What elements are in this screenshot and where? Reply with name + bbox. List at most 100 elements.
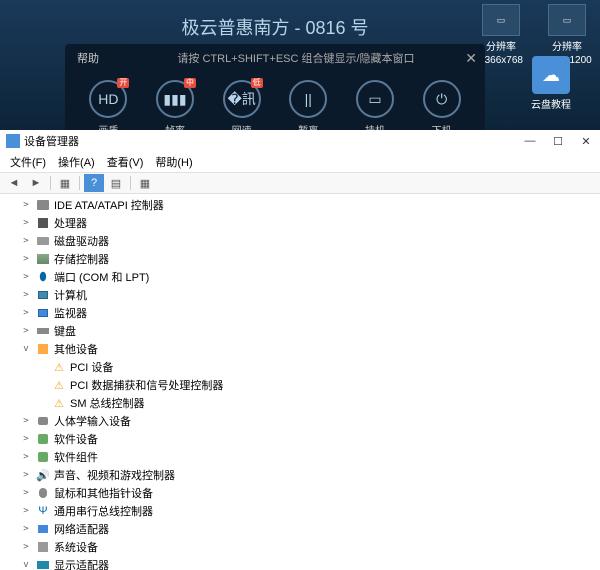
disk-controller[interactable]: > IDE ATA/ATAPI 控制器 (0, 196, 600, 214)
expand-icon[interactable]: > (20, 326, 32, 336)
device-tree[interactable]: >IDE ATA/ATAPI 控制器>处理器>磁盘驱动器>存储控制器>⬮端口 (… (0, 194, 600, 570)
badge: 低 (251, 78, 263, 88)
ic-disp-icon (35, 558, 51, 570)
tree-label: 键盘 (54, 323, 76, 339)
forward-button[interactable]: ► (26, 174, 46, 192)
pci-capture[interactable]: ⚠PCI 数据捕获和信号处理控制器 (0, 376, 600, 394)
system-devices[interactable]: >系统设备 (0, 538, 600, 556)
expand-icon[interactable]: v (20, 344, 32, 354)
expand-icon[interactable]: > (20, 416, 32, 426)
badge: 中 (184, 78, 196, 88)
overlay-icon: HD开 (89, 80, 127, 118)
sound-video-game[interactable]: >🔊声音、视频和游戏控制器 (0, 466, 600, 484)
desktop-icon-cloud[interactable]: ☁ 云盘教程 (522, 56, 580, 111)
sm-bus[interactable]: ⚠SM 总线控制器 (0, 394, 600, 412)
ic-mouse-icon (35, 486, 51, 500)
pci-device[interactable]: ⚠PCI 设备 (0, 358, 600, 376)
menu-action[interactable]: 操作(A) (52, 152, 101, 172)
display-adapter[interactable]: v 显示适配器 (0, 556, 600, 570)
ic-hid-icon (35, 414, 51, 428)
ic-cpu-icon (35, 216, 51, 230)
monitor-icon: ▭ (548, 4, 586, 36)
menu-file[interactable]: 文件(F) (4, 152, 52, 172)
back-button[interactable]: ◄ (4, 174, 24, 192)
processor[interactable]: > 处理器 (0, 214, 600, 232)
close-button[interactable]: ✕ (572, 131, 600, 151)
expand-icon[interactable]: > (20, 488, 32, 498)
minimize-button[interactable]: — (516, 131, 544, 151)
tree-label: 显示适配器 (54, 557, 109, 570)
expand-icon[interactable]: > (20, 452, 32, 462)
keyboard[interactable]: > 键盘 (0, 322, 600, 340)
storage-controller[interactable]: > 存储控制器 (0, 250, 600, 268)
overlay-暂离-button[interactable]: ||暂离 (289, 80, 327, 137)
tree-label: 处理器 (54, 215, 87, 231)
res-label: 分辨率 (486, 38, 516, 53)
expand-icon[interactable]: > (20, 542, 32, 552)
ports[interactable]: >⬮端口 (COM 和 LPT) (0, 268, 600, 286)
usb-controller[interactable]: >Ψ通用串行总线控制器 (0, 502, 600, 520)
expand-icon[interactable]: > (20, 200, 32, 210)
help-button[interactable]: ? (84, 174, 104, 192)
tree-label: 声音、视频和游戏控制器 (54, 467, 175, 483)
badge: 开 (117, 78, 129, 88)
show-hide-button[interactable]: ▦ (55, 174, 75, 192)
cloud-label: 云盘教程 (531, 96, 571, 111)
expand-icon[interactable]: > (20, 434, 32, 444)
expand-icon[interactable]: > (20, 272, 32, 282)
properties-button[interactable]: ▤ (106, 174, 126, 192)
menu-help[interactable]: 帮助(H) (149, 152, 198, 172)
expand-icon[interactable]: > (20, 236, 32, 246)
cloud-icon: ☁ (532, 56, 570, 94)
software-devices[interactable]: >软件设备 (0, 430, 600, 448)
software-components[interactable]: >软件组件 (0, 448, 600, 466)
network-adapter[interactable]: >网络适配器 (0, 520, 600, 538)
help-link[interactable]: 帮助 (77, 50, 99, 66)
overlay-网速-button[interactable]: �訊低网速 (223, 80, 261, 137)
expand-icon[interactable]: > (20, 308, 32, 318)
tree-label: PCI 数据捕获和信号处理控制器 (70, 377, 223, 393)
disk-drive[interactable]: >磁盘驱动器 (0, 232, 600, 250)
device-manager-icon (6, 134, 20, 148)
expand-icon[interactable]: v (20, 560, 32, 570)
ic-port-icon: ⬮ (35, 270, 51, 284)
expand-icon[interactable]: > (20, 506, 32, 516)
tree-label: 鼠标和其他指针设备 (54, 485, 153, 501)
overlay-下机-button[interactable]: ⏻下机 (423, 80, 461, 137)
menu-view[interactable]: 查看(V) (101, 152, 150, 172)
close-icon[interactable]: ✕ (465, 50, 477, 67)
overlay-bar: 帮助 请按 CTRL+SHIFT+ESC 组合键显示/隐藏本窗口 ✕ (65, 44, 485, 72)
window-title: 设备管理器 (24, 133, 79, 149)
overlay-帧率-button[interactable]: ▮▮▮中帧率 (156, 80, 194, 137)
expand-icon[interactable]: > (20, 524, 32, 534)
scan-button[interactable]: ▦ (135, 174, 155, 192)
menubar: 文件(F) 操作(A) 查看(V) 帮助(H) (0, 152, 600, 172)
tree-label: 端口 (COM 和 LPT) (54, 269, 149, 285)
overlay-icon: ⏻ (423, 80, 461, 118)
tree-label: IDE ATA/ATAPI 控制器 (54, 197, 164, 213)
monitor[interactable]: > 监视器 (0, 304, 600, 322)
ic-warn-icon: ⚠ (51, 360, 67, 374)
overlay-画质-button[interactable]: HD开画质 (89, 80, 127, 137)
maximize-button[interactable]: ☐ (544, 131, 572, 151)
tree-label: 监视器 (54, 305, 87, 321)
hid[interactable]: >人体学输入设备 (0, 412, 600, 430)
computer[interactable]: >计算机 (0, 286, 600, 304)
ic-net-icon (35, 522, 51, 536)
expand-icon[interactable]: > (20, 254, 32, 264)
expand-icon[interactable]: > (20, 290, 32, 300)
overlay-title: 极云普惠南方 - 0816 号 (65, 10, 485, 44)
mouse[interactable]: > 鼠标和其他指针设备 (0, 484, 600, 502)
res-value: 1366x768 (479, 55, 523, 66)
ic-ctrl-icon (35, 252, 51, 266)
ic-disk-icon (35, 198, 51, 212)
ic-sw-icon (35, 450, 51, 464)
other-devices[interactable]: v 其他设备 (0, 340, 600, 358)
expand-icon[interactable]: > (20, 470, 32, 480)
overlay-挂机-button[interactable]: ▭挂机 (356, 80, 394, 137)
ic-warn-icon: ⚠ (51, 378, 67, 392)
tree-label: 其他设备 (54, 341, 98, 357)
expand-icon[interactable]: > (20, 218, 32, 228)
monitor-icon: ▭ (482, 4, 520, 36)
tree-label: 存储控制器 (54, 251, 109, 267)
